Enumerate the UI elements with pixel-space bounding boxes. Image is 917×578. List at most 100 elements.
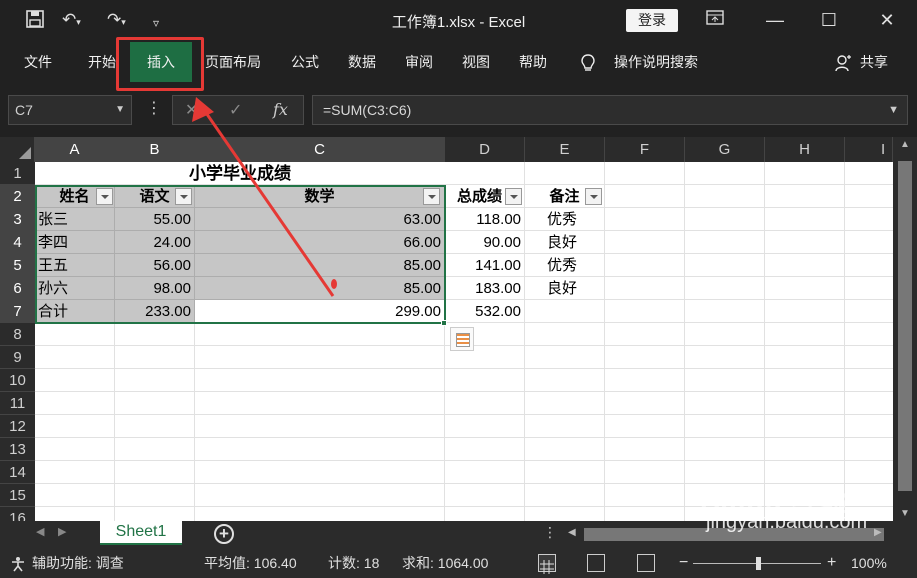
table-cell[interactable]: 良好 (525, 231, 605, 254)
row-header[interactable]: 1 (0, 162, 35, 185)
fill-handle[interactable] (441, 320, 447, 326)
table-cell[interactable]: 85.00 (195, 277, 445, 300)
insert-function-icon[interactable]: fx (273, 100, 288, 119)
table-cell[interactable]: 90.00 (445, 231, 525, 254)
row-header[interactable]: 12 (0, 415, 35, 438)
next-sheet-icon[interactable]: ▶ (58, 525, 66, 538)
expand-formula-icon[interactable]: ▼ (888, 96, 899, 124)
scroll-down-icon[interactable]: ▼ (893, 508, 917, 519)
chevron-down-icon[interactable]: ▼ (115, 96, 125, 124)
table-cell[interactable]: 合计 (35, 300, 115, 323)
scroll-right-icon[interactable]: ▶ (874, 527, 882, 538)
column-header[interactable]: H (765, 137, 845, 162)
enter-icon[interactable]: ✓ (229, 100, 242, 120)
scroll-left-icon[interactable]: ◀ (568, 527, 576, 538)
prev-sheet-icon[interactable]: ◀ (36, 525, 44, 538)
column-header[interactable]: D (445, 137, 525, 162)
filter-dropdown-icon[interactable] (175, 188, 192, 205)
row-header[interactable]: 6 (0, 277, 35, 300)
table-cell[interactable]: 王五 (35, 254, 115, 277)
table-cell[interactable]: 56.00 (115, 254, 195, 277)
row-header[interactable]: 5 (0, 254, 35, 277)
accessibility-status[interactable]: 辅助功能: 调查 (32, 548, 124, 578)
row-header[interactable]: 10 (0, 369, 35, 392)
add-sheet-icon[interactable]: + (214, 524, 234, 544)
table-cell[interactable]: 良好 (525, 277, 605, 300)
tab-view[interactable]: 视图 (452, 42, 500, 82)
row-header[interactable]: 13 (0, 438, 35, 461)
tab-formulas[interactable]: 公式 (282, 42, 328, 82)
row-header[interactable]: 3 (0, 208, 35, 231)
row-header[interactable]: 8 (0, 323, 35, 346)
column-header[interactable]: A (35, 137, 115, 162)
tab-review[interactable]: 审阅 (396, 42, 442, 82)
row-header[interactable]: 7 (0, 300, 35, 323)
filter-dropdown-icon[interactable] (505, 188, 522, 205)
column-header[interactable]: C (195, 137, 445, 162)
tab-file[interactable]: 文件 (14, 42, 62, 82)
sheet-tab[interactable]: Sheet1 (100, 521, 182, 545)
page-layout-view-icon[interactable] (587, 554, 605, 572)
table-cell[interactable]: 118.00 (445, 208, 525, 231)
name-box[interactable]: C7 ▼ (8, 95, 132, 125)
tab-data[interactable]: 数据 (338, 42, 386, 82)
minimize-icon[interactable]: — (752, 0, 798, 42)
table-cell[interactable]: 141.00 (445, 254, 525, 277)
tab-page-layout[interactable]: 页面布局 (198, 42, 268, 82)
cancel-icon[interactable]: ✕ (185, 100, 198, 120)
login-button[interactable]: 登录 (626, 9, 678, 32)
filter-dropdown-icon[interactable] (585, 188, 602, 205)
scroll-up-icon[interactable]: ▲ (893, 139, 917, 150)
table-cell[interactable]: 85.00 (195, 254, 445, 277)
column-header[interactable]: I (845, 137, 893, 162)
ribbon-display-icon[interactable] (692, 0, 738, 42)
table-cell[interactable]: 183.00 (445, 277, 525, 300)
table-cell[interactable]: 66.00 (195, 231, 445, 254)
table-cell[interactable]: 张三 (35, 208, 115, 231)
filter-dropdown-icon[interactable] (423, 188, 440, 205)
column-header[interactable]: B (115, 137, 195, 162)
row-header[interactable]: 4 (0, 231, 35, 254)
header-cell-math[interactable]: 数学 (195, 185, 445, 208)
table-cell[interactable]: 233.00 (115, 300, 195, 323)
table-cell[interactable]: 98.00 (115, 277, 195, 300)
table-title[interactable]: 小学毕业成绩 (35, 162, 445, 185)
lightbulb-icon[interactable] (578, 42, 598, 82)
accessibility-icon[interactable] (10, 548, 26, 578)
more-options-icon[interactable]: ⋮ (543, 524, 557, 541)
column-header[interactable]: G (685, 137, 765, 162)
quick-analysis-icon[interactable] (450, 327, 474, 351)
zoom-slider-knob[interactable] (756, 557, 761, 570)
row-header[interactable]: 16 (0, 507, 35, 521)
table-cell[interactable]: 63.00 (195, 208, 445, 231)
share-icon[interactable] (832, 42, 854, 82)
row-header[interactable]: 2 (0, 185, 35, 208)
table-cell[interactable]: 优秀 (525, 254, 605, 277)
active-cell[interactable]: 299.00 (195, 300, 445, 323)
normal-view-icon[interactable] (538, 554, 556, 574)
zoom-out-icon[interactable]: − (679, 548, 688, 578)
column-header[interactable]: E (525, 137, 605, 162)
more-options-icon[interactable]: ⋮ (146, 99, 162, 119)
zoom-level[interactable]: 100% (851, 548, 887, 578)
page-break-view-icon[interactable] (637, 554, 655, 572)
zoom-in-icon[interactable]: + (827, 548, 836, 578)
close-icon[interactable]: ✕ (864, 0, 910, 42)
table-cell[interactable]: 55.00 (115, 208, 195, 231)
row-header[interactable]: 9 (0, 346, 35, 369)
table-cell[interactable]: 532.00 (445, 300, 525, 323)
vertical-scrollbar[interactable]: ▲ ▼ (893, 137, 917, 521)
table-cell[interactable]: 优秀 (525, 208, 605, 231)
row-header[interactable]: 14 (0, 461, 35, 484)
table-cell[interactable]: 李四 (35, 231, 115, 254)
select-all-button[interactable] (0, 137, 35, 162)
column-header[interactable]: F (605, 137, 685, 162)
scroll-thumb[interactable] (898, 161, 912, 491)
table-cell[interactable]: 24.00 (115, 231, 195, 254)
maximize-icon[interactable]: ☐ (806, 0, 852, 42)
row-header[interactable]: 15 (0, 484, 35, 507)
tell-me-search[interactable]: 操作说明搜索 (606, 42, 706, 82)
filter-dropdown-icon[interactable] (96, 188, 113, 205)
share-button[interactable]: 共享 (856, 42, 892, 82)
formula-input[interactable]: =SUM(C3:C6) ▼ (312, 95, 908, 125)
